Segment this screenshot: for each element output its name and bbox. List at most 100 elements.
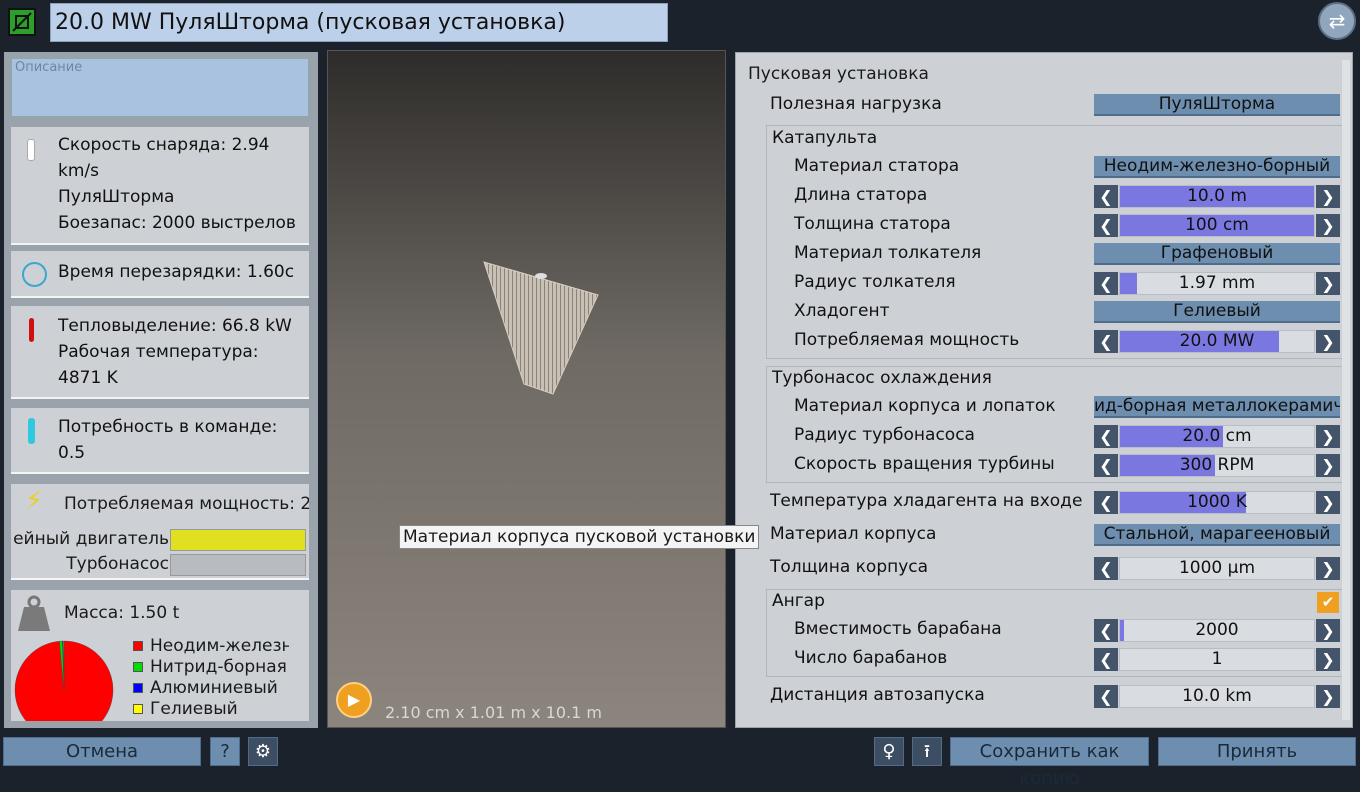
slider-4[interactable]: ❮ 100 cm ❯ (1094, 214, 1340, 237)
increment-button[interactable]: ❯ (1316, 272, 1340, 295)
decrement-button[interactable]: ❮ (1094, 557, 1118, 580)
slider-15[interactable]: ❮ 1000 µm ❯ (1094, 557, 1340, 580)
save-copy-button[interactable]: Сохранить как копию (950, 737, 1149, 789)
slider-6[interactable]: ❮ 1.97 mm ❯ (1094, 272, 1340, 295)
slider-11[interactable]: ❮ 20.0 cm ❯ (1094, 425, 1340, 448)
slider-track[interactable]: 1 (1119, 648, 1315, 671)
increment-button[interactable]: ❯ (1316, 454, 1340, 477)
increment-button[interactable]: ❯ (1316, 619, 1340, 642)
slider-track[interactable]: 300 RPM (1119, 454, 1315, 477)
app-icon[interactable] (8, 8, 36, 36)
slider-19[interactable]: ❮ 10.0 km ❯ (1094, 685, 1340, 708)
decrement-button[interactable]: ❮ (1094, 272, 1118, 295)
legend-swatch (133, 704, 143, 714)
dropdown-14[interactable]: Стальной, марагееновый (1094, 524, 1340, 546)
slider-track[interactable]: 1000 µm (1119, 557, 1315, 580)
property-label: Длина статора (794, 185, 928, 205)
decrement-button[interactable]: ❮ (1094, 330, 1118, 353)
slider-18[interactable]: ❮ 1 ❯ (1094, 648, 1340, 671)
dropdown-0[interactable]: ПуляШторма (1094, 94, 1340, 116)
increment-button[interactable]: ❯ (1316, 425, 1340, 448)
legend-item: Неодим-железно-борный (133, 636, 289, 657)
power-bar-label: ейный двигатель (13, 529, 169, 549)
slider-value: 20.0 MW (1179, 331, 1255, 351)
decrement-button[interactable]: ❮ (1094, 214, 1118, 237)
title-input[interactable]: 20.0 MW ПуляШторма (пусковая установка) (50, 3, 668, 42)
info-icon (27, 139, 35, 161)
scrollbar[interactable] (1342, 60, 1350, 720)
property-label: Радиус толкателя (794, 272, 956, 292)
accept-button[interactable]: Принять (1158, 737, 1356, 766)
slider-value: 20.0 cm (1182, 426, 1252, 446)
property-label: Ангар (772, 591, 825, 611)
power-bar (170, 529, 306, 551)
help-button[interactable]: ? (210, 737, 240, 766)
mass-pie-chart (14, 640, 114, 721)
decrement-button[interactable]: ❮ (1094, 425, 1118, 448)
property-label: Дистанция автозапуска (770, 685, 985, 705)
property-label: Радиус турбонасоса (794, 425, 975, 445)
decrement-button[interactable]: ❮ (1094, 454, 1118, 477)
dropdown-7[interactable]: Гелиевый (1094, 301, 1340, 323)
slider-value: 300 RPM (1179, 455, 1255, 475)
lightning-icon: ⚡ (25, 486, 44, 516)
legend-item: Нитрид-борная металлокерамика (133, 657, 289, 678)
increment-button[interactable]: ❯ (1316, 557, 1340, 580)
increment-button[interactable]: ❯ (1316, 214, 1340, 237)
settings-button[interactable]: ⚙ (248, 737, 278, 766)
slider-3[interactable]: ❮ 10.0 m ❯ (1094, 185, 1340, 208)
dropdown-10[interactable]: ид-борная металлокерамич (1094, 396, 1340, 418)
slider-track[interactable]: 1.97 mm (1119, 272, 1315, 295)
pin-button[interactable]: ♀ (874, 737, 904, 766)
slider-value: 10.0 m (1187, 186, 1247, 206)
increment-button[interactable]: ❯ (1316, 491, 1340, 514)
slider-12[interactable]: ❮ 300 RPM ❯ (1094, 454, 1340, 477)
slider-track[interactable]: 1000 K (1119, 491, 1315, 514)
description-input[interactable]: Описание (11, 58, 309, 117)
gear-icon: ⚙ (254, 741, 272, 762)
property-label: Катапульта (772, 128, 878, 148)
ammo-count: Боезапас: 2000 выстрелов (58, 213, 296, 233)
operating-temp-label: Рабочая температура: (58, 342, 259, 362)
decrement-button[interactable]: ❮ (1094, 491, 1118, 514)
crew-section: Потребность в команде: 0.5 (11, 408, 309, 474)
slider-track[interactable]: 20.0 cm (1119, 425, 1315, 448)
3d-viewport[interactable]: ▶ 2.10 cm x 1.01 m x 10.1 m (327, 50, 726, 728)
upload-icon: ⭱ (923, 741, 931, 762)
increment-button[interactable]: ❯ (1316, 330, 1340, 353)
projectile-speed-unit: km/s (58, 161, 99, 181)
decrement-button[interactable]: ❮ (1094, 185, 1118, 208)
legend-item: Гелиевый (133, 699, 289, 720)
dropdown-2[interactable]: Неодим-железно-борный (1094, 156, 1340, 178)
crew-icon (28, 418, 35, 444)
left-info-panel: Описание Скорость снаряда: 2.94 km/s Пул… (4, 52, 318, 728)
heat-output: Тепловыделение: 66.8 kW (58, 316, 292, 336)
slider-track[interactable]: 20.0 MW (1119, 330, 1315, 353)
slider-track[interactable]: 10.0 km (1119, 685, 1315, 708)
cancel-button[interactable]: Отмена (3, 737, 201, 766)
power-section: ⚡ Потребляемая мощность: 2 ейный двигате… (11, 484, 309, 580)
slider-track[interactable]: 2000 (1119, 619, 1315, 642)
play-button[interactable]: ▶ (336, 682, 372, 718)
increment-button[interactable]: ❯ (1316, 648, 1340, 671)
slider-track[interactable]: 10.0 m (1119, 185, 1315, 208)
legend-swatch (133, 641, 143, 651)
decrement-button[interactable]: ❮ (1094, 685, 1118, 708)
property-label: Материал толкателя (794, 243, 982, 263)
dropdown-5[interactable]: Графеновый (1094, 243, 1340, 265)
slider-track[interactable]: 100 cm (1119, 214, 1315, 237)
property-label: Потребляемая мощность (794, 330, 1020, 350)
decrement-button[interactable]: ❮ (1094, 619, 1118, 642)
slider-17[interactable]: ❮ 2000 ❯ (1094, 619, 1340, 642)
legend-label: Алюминиевый (150, 678, 278, 698)
hangar-checkbox[interactable]: ✔ (1317, 592, 1339, 613)
swap-button[interactable]: ⇄ (1318, 2, 1356, 40)
property-label: Материал корпуса и лопаток (794, 396, 1056, 416)
slider-13[interactable]: ❮ 1000 K ❯ (1094, 491, 1340, 514)
slider-8[interactable]: ❮ 20.0 MW ❯ (1094, 330, 1340, 353)
property-label: Полезная нагрузка (770, 94, 942, 114)
increment-button[interactable]: ❯ (1316, 185, 1340, 208)
export-button[interactable]: ⭱ (912, 737, 942, 766)
increment-button[interactable]: ❯ (1316, 685, 1340, 708)
decrement-button[interactable]: ❮ (1094, 648, 1118, 671)
